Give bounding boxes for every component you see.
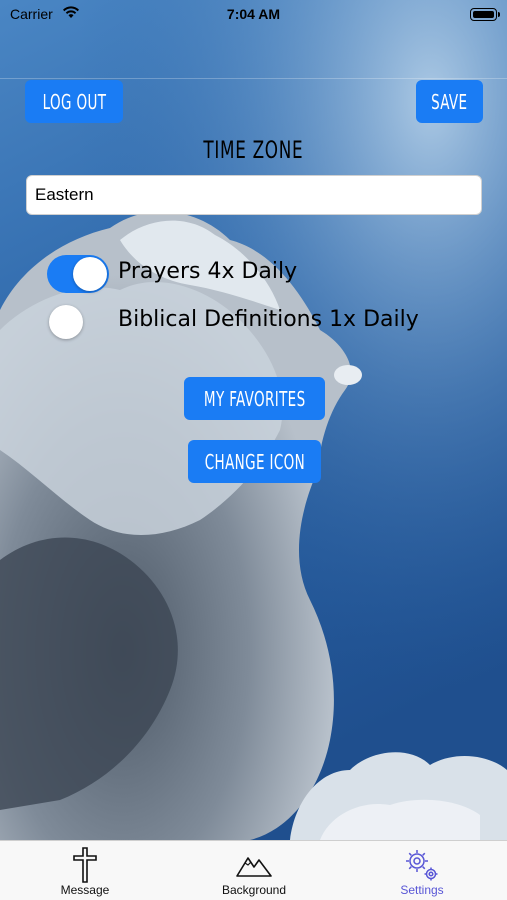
my-favorites-label: MY FAVORITES	[203, 386, 306, 411]
definitions-toggle[interactable]	[47, 303, 109, 341]
save-button-label: SAVE	[431, 89, 468, 114]
tab-settings[interactable]: Settings	[377, 841, 467, 900]
change-icon-button[interactable]: CHANGE ICON	[188, 440, 321, 483]
toggle-knob	[73, 257, 107, 291]
tab-settings-label: Settings	[400, 883, 444, 897]
toggle-knob	[49, 305, 83, 339]
tab-message[interactable]: Message	[40, 841, 130, 900]
cross-icon	[73, 847, 97, 883]
prayers-toggle-label: Prayers 4x Daily	[118, 259, 298, 284]
time-zone-title: TIME ZONE	[203, 136, 304, 164]
logout-button-label: LOG OUT	[42, 89, 106, 114]
battery-icon	[470, 8, 500, 21]
tab-background[interactable]: Background	[204, 841, 304, 900]
time-zone-field[interactable]: Eastern	[26, 175, 482, 215]
change-icon-label: CHANGE ICON	[204, 449, 305, 474]
save-button[interactable]: SAVE	[416, 80, 483, 123]
mountains-icon	[236, 857, 272, 877]
tab-message-label: Message	[60, 883, 110, 897]
divider	[0, 78, 507, 79]
tab-background-label: Background	[221, 883, 287, 897]
definitions-toggle-label: Biblical Definitions 1x Daily	[118, 307, 419, 332]
logout-button[interactable]: LOG OUT	[25, 80, 123, 123]
prayers-toggle[interactable]	[47, 255, 109, 293]
my-favorites-button[interactable]: MY FAVORITES	[184, 377, 325, 420]
status-bar: Carrier 7:04 AM	[0, 0, 507, 30]
tab-bar: Message Background Settings	[0, 840, 507, 900]
status-time: 7:04 AM	[226, 6, 281, 22]
settings-screen: Carrier 7:04 AM LOG OUT SAVE TIME ZONE E…	[0, 0, 507, 900]
sky-background-image	[0, 0, 507, 840]
gears-icon	[406, 850, 438, 881]
